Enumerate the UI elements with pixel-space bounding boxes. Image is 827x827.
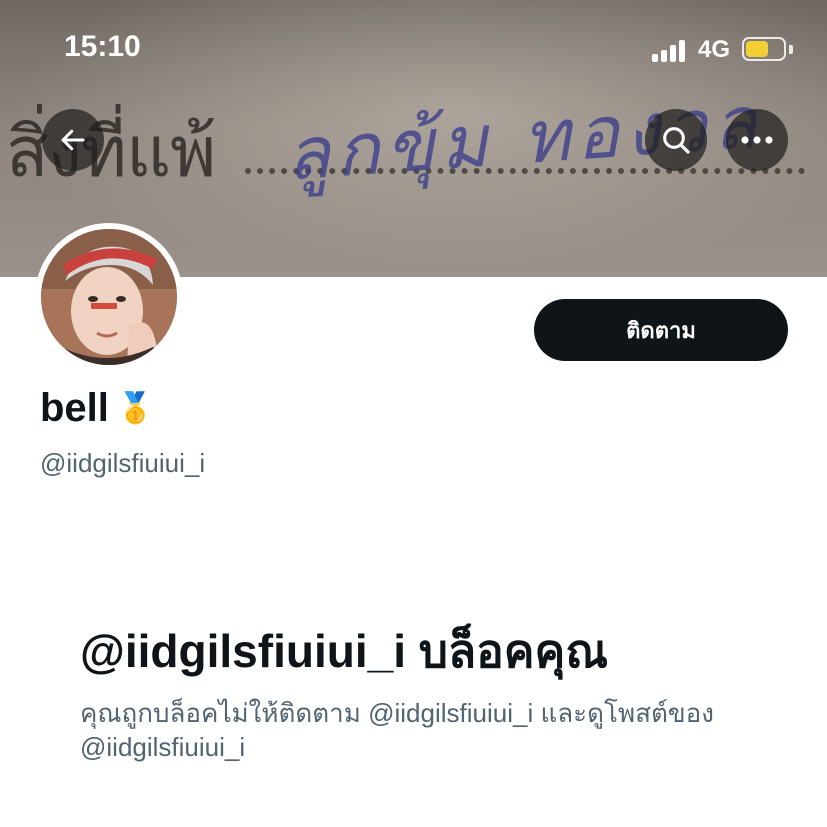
back-button[interactable]	[42, 109, 104, 171]
network-type: 4G	[698, 36, 731, 63]
battery-level	[746, 41, 768, 57]
banner-printed-text: สิ่งที่แพ้	[6, 111, 216, 193]
follow-button[interactable]: ติดตาม	[534, 299, 788, 361]
blocked-description: คุณถูกบล็อคไม่ให้ติดตาม @iidgilsfiuiui_i…	[80, 698, 714, 762]
status-bar: 15:10 4G	[0, 0, 827, 100]
more-button[interactable]	[726, 109, 788, 171]
battery-icon	[742, 37, 786, 61]
status-time: 15:10	[64, 30, 141, 63]
display-name-row: bell 🥇	[40, 386, 154, 431]
profile-avatar[interactable]	[35, 223, 183, 371]
blocked-title: @iidgilsfiuiui_i บล็อคคุณ	[80, 625, 608, 677]
search-button[interactable]	[645, 109, 707, 171]
avatar-image	[41, 229, 177, 365]
more-horizontal-icon	[741, 136, 773, 144]
arrow-left-icon	[61, 129, 85, 151]
search-icon	[663, 127, 690, 154]
medal-badge-icon: 🥇	[116, 392, 155, 425]
display-name: bell	[40, 386, 109, 430]
cellular-signal-icon	[652, 40, 690, 62]
battery-cap	[789, 45, 793, 54]
profile-handle: @iidgilsfiuiui_i	[40, 448, 206, 478]
